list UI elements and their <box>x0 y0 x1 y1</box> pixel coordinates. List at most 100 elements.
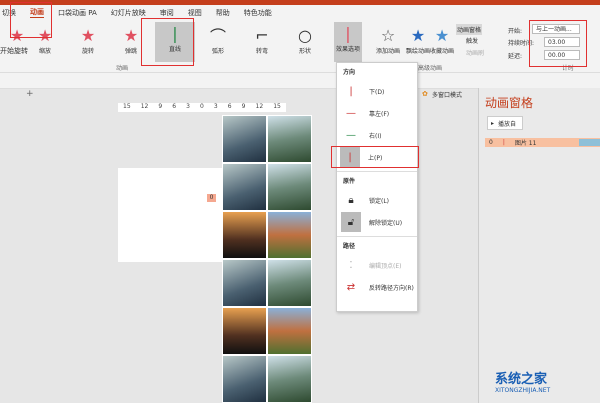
arc-path-icon: ⌒ <box>209 27 226 46</box>
effect-label: 缩放 <box>38 48 51 55</box>
ruler-tick: 15 <box>273 103 281 110</box>
effect-label: 弧形 <box>211 48 224 55</box>
settings-gear-icon[interactable]: ✿ <box>422 90 428 98</box>
ruler-tick: 12 <box>140 103 149 110</box>
trigger-button[interactable]: 触发 <box>466 36 478 45</box>
ruler-tick: 15 <box>123 103 131 110</box>
tab-help[interactable]: 帮助 <box>216 8 230 18</box>
tab-review[interactable]: 审阅 <box>160 8 174 18</box>
ruler-tick: 9 <box>158 103 163 110</box>
format-toolbar <box>0 73 600 89</box>
menu-label: 编辑顶点(E) <box>369 262 402 270</box>
image[interactable] <box>222 115 267 163</box>
image[interactable] <box>222 211 267 259</box>
tab-view[interactable]: 视图 <box>188 8 202 18</box>
arrow-down-icon: | <box>349 85 353 97</box>
menu-item-up[interactable]: | 上(P) <box>331 146 419 168</box>
animation-list-item[interactable]: 0 | 图片 11 <box>485 138 600 147</box>
label: 添加动画 <box>375 48 400 55</box>
ruler: 15 12 9 6 3 0 3 6 9 12 15 <box>118 103 286 112</box>
turn-path-icon: ⌐ <box>255 25 269 45</box>
animation-tag: 0 <box>207 194 216 202</box>
menu-header-direction: 方向 <box>343 69 356 76</box>
menu-header-origin: 原件 <box>337 171 417 189</box>
menu-item-reverse-path[interactable]: ⇄ 反转路径方向(R) <box>337 276 417 298</box>
ribbon-tabs: 切换 动画 口袋动画 PA 幻灯片放映 审阅 视图 帮助 特色功能 <box>0 5 600 20</box>
play-from-button[interactable]: ▸ 播放自 <box>487 116 523 130</box>
animation-pane-button[interactable]: 动画窗格 <box>456 24 483 35</box>
image[interactable] <box>222 259 267 307</box>
item-index: 0 <box>489 139 493 146</box>
image[interactable] <box>267 355 312 403</box>
tab-pocket-animation[interactable]: 口袋动画 PA <box>58 8 97 18</box>
ruler-tick: 3 <box>186 103 190 110</box>
pane-title: 动画窗格 <box>485 96 534 110</box>
ruler-tick: 9 <box>241 103 246 110</box>
menu-item-left[interactable]: — 靠左(F) <box>337 102 417 124</box>
watermark: 系统之家 XITONGZHIJIA.NET <box>450 350 600 403</box>
effect-options-label: 效果选项 <box>335 46 360 53</box>
play-label: 播放自 <box>498 120 517 128</box>
menu-label: 靠左(F) <box>369 110 390 118</box>
watermark-url: XITONGZHIJIA.NET <box>495 387 551 394</box>
effect-label: 转弯 <box>255 48 268 55</box>
image[interactable] <box>222 307 267 355</box>
effect-shape[interactable]: ○ 形状 <box>285 24 325 56</box>
arrow-up-icon: | <box>340 147 360 167</box>
effect-options-button[interactable]: | 效果选项 <box>334 22 362 62</box>
start-label: 开始: <box>508 28 523 35</box>
image[interactable] <box>267 115 312 163</box>
arrow-left-icon: — <box>346 107 356 119</box>
effect-arc[interactable]: ⌒ 弧形 <box>198 24 238 55</box>
effect-label: 弹跳 <box>124 48 137 55</box>
image[interactable] <box>267 163 312 211</box>
ruler-tick: 12 <box>255 103 264 110</box>
menu-item-right[interactable]: — 右(I) <box>337 124 417 146</box>
effect-rotate[interactable]: ★ 旋转 <box>68 24 108 56</box>
menu-label: 反转路径方向(R) <box>369 284 414 292</box>
menu-label: 上(P) <box>368 154 383 162</box>
unlock-icon: 🔓︎ <box>341 212 361 232</box>
effect-label: 开始旋转 <box>0 47 28 55</box>
star-icon: ★ <box>80 25 96 45</box>
image-column[interactable] <box>222 115 312 403</box>
arrow-right-icon: — <box>346 129 356 141</box>
item-name: 图片 11 <box>514 140 537 147</box>
highlight-box <box>529 20 587 67</box>
add-tab-icon[interactable]: + <box>26 89 34 99</box>
ruler-tick: 3 <box>213 103 218 110</box>
timeline-bar <box>579 139 600 146</box>
tab-features[interactable]: 特色功能 <box>244 8 272 18</box>
slide-canvas[interactable] <box>118 168 222 262</box>
group-label: 动画 <box>116 65 129 72</box>
image[interactable] <box>267 211 312 259</box>
circle-path-icon: ○ <box>298 25 312 45</box>
menu-item-lock[interactable]: 🔒︎ 锁定(L) <box>337 189 417 211</box>
image[interactable] <box>267 259 312 307</box>
tab-slideshow[interactable]: 幻灯片放映 <box>111 8 146 18</box>
image[interactable] <box>267 307 312 355</box>
menu-header-path: 路径 <box>337 236 417 254</box>
image[interactable] <box>222 163 267 211</box>
line-path-icon: | <box>345 23 351 43</box>
image[interactable] <box>222 355 267 403</box>
menu-label: 右(I) <box>369 132 382 140</box>
menu-item-edit-points: ⁚ 编辑顶点(E) <box>337 254 417 276</box>
watermark-name: 系统之家 <box>495 372 548 387</box>
effect-label: 旋转 <box>81 48 94 55</box>
menu-label: 下(D) <box>369 88 385 96</box>
menu-item-unlock[interactable]: 🔓︎ 解除锁定(U) <box>337 211 417 233</box>
menu-item-down[interactable]: | 下(D) <box>337 80 417 102</box>
menu-label: 锁定(L) <box>369 197 390 205</box>
ruler-tick: 6 <box>172 103 177 110</box>
menu-label: 解除锁定(U) <box>369 219 403 227</box>
group-label: 高级动画 <box>418 65 443 72</box>
ruler-tick: 6 <box>227 103 232 110</box>
ruler-tick: 0 <box>200 103 204 110</box>
animation-painter-button[interactable]: 动画刷 <box>466 48 484 57</box>
multi-window-button[interactable]: 多窗口模式 <box>432 90 462 99</box>
effect-turn[interactable]: ⌐ 转弯 <box>242 24 282 56</box>
lock-icon: 🔒︎ <box>348 194 354 206</box>
line-path-icon: | <box>502 139 505 146</box>
highlight-box <box>10 2 52 38</box>
